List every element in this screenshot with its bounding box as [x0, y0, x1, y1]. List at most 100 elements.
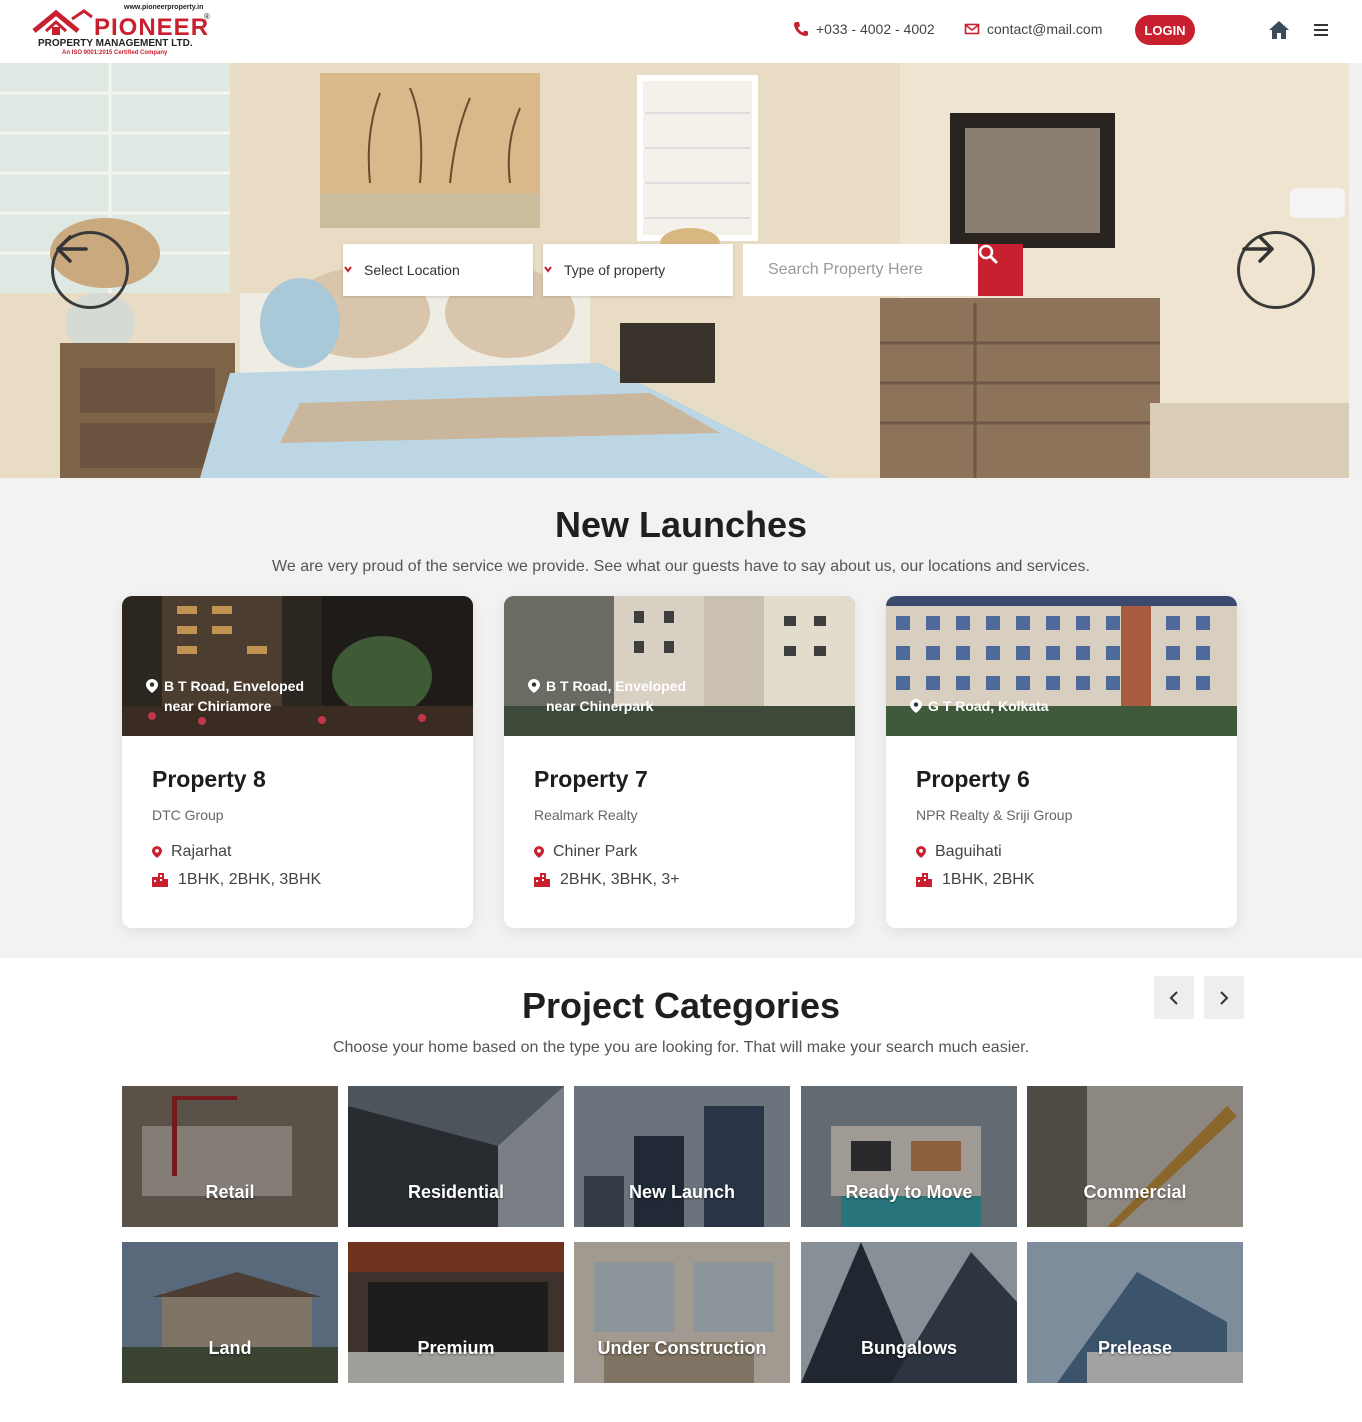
login-button[interactable]: LOGIN — [1135, 15, 1195, 45]
property-area-text: Chiner Park — [553, 843, 638, 860]
property-title[interactable]: Property 8 — [152, 766, 266, 793]
logo-registered-mark: ® — [204, 12, 210, 21]
new-launches-section: New Launches We are very proud of the se… — [0, 478, 1362, 958]
category-image — [348, 1242, 564, 1383]
property-card[interactable]: B T Road, Enveloped near Chinerpark Prop… — [504, 596, 855, 928]
category-tile-ready-to-move[interactable]: Ready to Move — [801, 1086, 1017, 1227]
property-area: Rajarhat — [152, 843, 231, 861]
property-area-text: Rajarhat — [171, 843, 232, 860]
category-label: Commercial — [1083, 1182, 1187, 1202]
card-image-location-line1: B T Road, Enveloped — [164, 678, 305, 694]
category-tile-premium[interactable]: Premium — [348, 1242, 564, 1383]
mail-icon — [964, 23, 980, 35]
category-image — [1027, 1242, 1243, 1383]
property-title[interactable]: Property 7 — [534, 766, 648, 793]
location-pin-icon — [916, 846, 926, 858]
phone-contact[interactable]: +033 - 4002 - 4002 — [793, 20, 935, 38]
logo-iso-text: An ISO 9001:2015 Certified Company — [62, 50, 168, 56]
category-image — [348, 1086, 564, 1227]
property-area: Baguihati — [916, 843, 1002, 861]
property-developer: NPR Realty & Sriji Group — [916, 807, 1073, 823]
logo-url: www.pioneerproperty.in — [124, 4, 204, 11]
categories-prev-button[interactable] — [1154, 976, 1194, 1019]
category-tile-residential[interactable]: Residential — [348, 1086, 564, 1227]
category-image — [574, 1242, 790, 1383]
location-select-label: Select Location — [364, 262, 460, 278]
new-launches-subtitle: We are very proud of the service we prov… — [272, 558, 1090, 575]
card-image-location: B T Road, Enveloped near Chiriamore — [146, 676, 326, 716]
search-icon — [978, 244, 998, 264]
project-categories-subtitle: Choose your home based on the type you a… — [332, 1039, 1030, 1056]
property-card[interactable]: G T Road, Kolkata Property 6 NPR Realty … — [886, 596, 1237, 928]
hero-next-button[interactable] — [1237, 231, 1315, 309]
category-tile-bungalows[interactable]: Bungalows — [801, 1242, 1017, 1383]
email-address: contact@mail.com — [987, 21, 1103, 37]
phone-number: +033 - 4002 - 4002 — [816, 21, 935, 37]
property-configuration-text: 1BHK, 2BHK, 3BHK — [178, 871, 322, 888]
category-label: Premium — [417, 1338, 495, 1358]
property-configuration: 1BHK, 2BHK, 3BHK — [152, 871, 321, 889]
category-label: Retail — [205, 1182, 255, 1202]
card-image-location-line1: B T Road, Enveloped — [546, 678, 687, 694]
logo-subtitle: PROPERTY MANAGEMENT LTD. — [38, 38, 193, 49]
arrow-right-icon — [1242, 235, 1274, 263]
category-tile-land[interactable]: Land — [122, 1242, 338, 1383]
card-image-location-line2: near Chinerpark — [546, 698, 654, 714]
site-header: www.pioneerproperty.in PIONEER ® PROPERT… — [0, 0, 1362, 63]
building-icon — [152, 873, 168, 887]
property-title[interactable]: Property 6 — [916, 766, 1030, 793]
property-area: Chiner Park — [534, 843, 637, 861]
property-configuration: 1BHK, 2BHK — [916, 871, 1034, 889]
card-image-location-line1: G T Road, Kolkata — [928, 698, 1049, 714]
scrollbar-track[interactable] — [1349, 63, 1362, 478]
card-image-location: G T Road, Kolkata — [910, 696, 1090, 716]
categories-next-button[interactable] — [1204, 976, 1244, 1019]
home-icon[interactable] — [1268, 20, 1290, 40]
arrow-left-icon — [56, 235, 88, 263]
location-pin-icon — [534, 846, 544, 858]
property-developer: DTC Group — [152, 807, 224, 823]
chevron-down-icon — [544, 266, 552, 273]
building-icon — [916, 873, 932, 887]
search-button[interactable] — [978, 244, 1023, 296]
search-input[interactable] — [743, 244, 978, 296]
property-configuration: 2BHK, 3BHK, 3+ — [534, 871, 680, 889]
brand-logo[interactable]: www.pioneerproperty.in PIONEER ® PROPERT… — [32, 4, 222, 60]
category-image — [801, 1086, 1017, 1227]
category-image — [574, 1086, 790, 1227]
card-image-location-line2: near Chiriamore — [164, 698, 272, 714]
chevron-left-icon — [1169, 990, 1178, 1005]
property-card[interactable]: B T Road, Enveloped near Chiriamore Prop… — [122, 596, 473, 928]
category-label: Bungalows — [860, 1338, 957, 1358]
category-tile-new-launch[interactable]: New Launch — [574, 1086, 790, 1227]
category-image — [122, 1242, 338, 1383]
category-image — [801, 1242, 1017, 1383]
category-tile-commercial[interactable]: Commercial — [1027, 1086, 1243, 1227]
property-image: B T Road, Enveloped near Chiriamore — [122, 596, 473, 736]
category-image — [122, 1086, 338, 1227]
property-developer: Realmark Realty — [534, 807, 638, 823]
house-roof-icon — [32, 9, 93, 35]
property-configuration-text: 1BHK, 2BHK — [942, 871, 1035, 888]
phone-icon — [794, 22, 808, 36]
location-pin-icon — [146, 679, 158, 693]
property-image: B T Road, Enveloped near Chinerpark — [504, 596, 855, 736]
category-tile-retail[interactable]: Retail — [122, 1086, 338, 1227]
location-select[interactable]: Select Location — [343, 244, 533, 296]
property-configuration-text: 2BHK, 3BHK, 3+ — [560, 871, 680, 888]
category-image — [1027, 1086, 1243, 1227]
menu-icon[interactable] — [1313, 22, 1329, 38]
hero-prev-button[interactable] — [51, 231, 129, 309]
category-label: Land — [208, 1338, 252, 1358]
category-label: Residential — [407, 1182, 505, 1202]
category-tile-under-construction[interactable]: Under Construction — [574, 1242, 790, 1383]
building-icon — [534, 873, 550, 887]
email-contact[interactable]: contact@mail.com — [964, 20, 1102, 38]
category-tile-prelease[interactable]: Prelease — [1027, 1242, 1243, 1383]
property-type-select-label: Type of property — [564, 262, 666, 278]
property-area-text: Baguihati — [935, 843, 1002, 860]
hero-slider: Select Location Type of property — [0, 63, 1349, 478]
chevron-right-icon — [1220, 990, 1229, 1005]
property-type-select[interactable]: Type of property — [543, 244, 733, 296]
project-categories-section: Project Categories Choose your home base… — [0, 958, 1362, 1422]
